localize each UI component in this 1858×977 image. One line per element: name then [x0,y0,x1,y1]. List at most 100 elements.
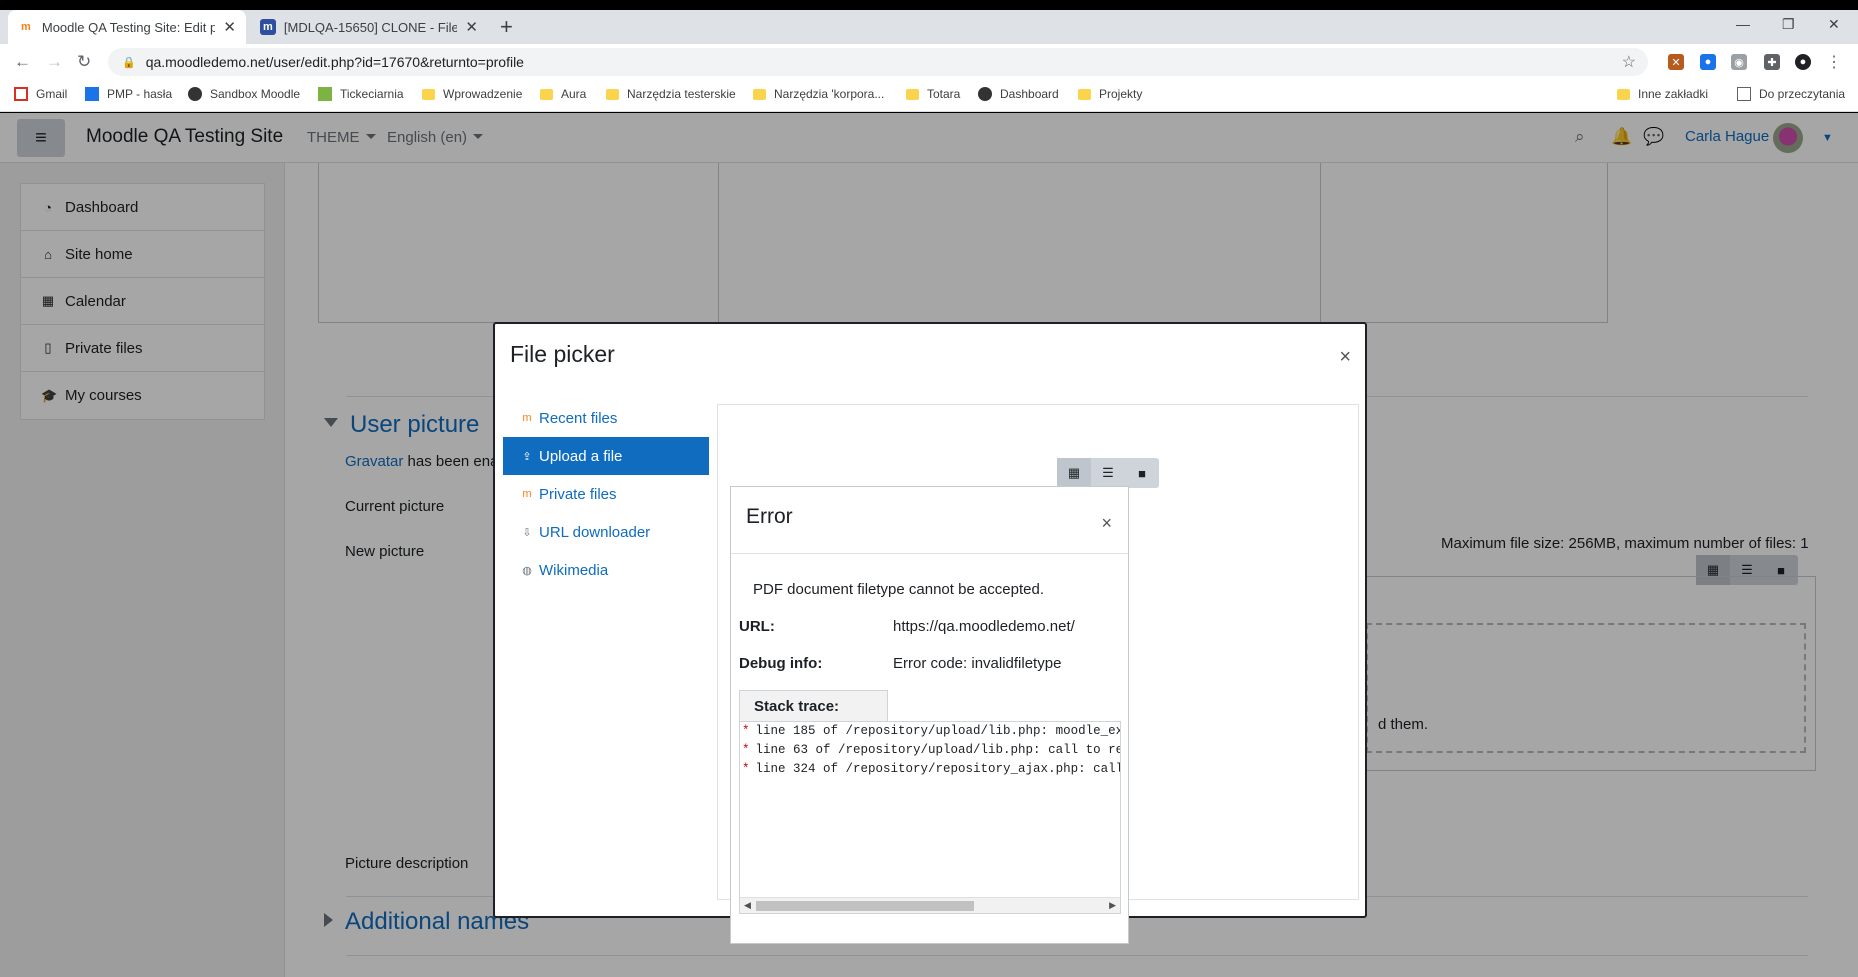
bookmark-other[interactable]: Inne zakładki [1617,87,1708,101]
scroll-right-icon[interactable]: ▶ [1109,900,1116,911]
browser-tab-tracker[interactable]: m [MDLQA-15650] CLONE - File picker ✕ [250,10,488,44]
url-label: URL: [739,618,775,635]
browser-tab-moodle[interactable]: m Moodle QA Testing Site: Edit profile ✕ [8,10,246,44]
bookmark-label: PMP - hasła [107,87,173,101]
bullet-star: * [742,724,750,738]
close-icon[interactable]: × [1339,346,1351,369]
scroll-left-icon[interactable]: ◀ [744,900,751,911]
moodle-icon: m [522,412,532,424]
reload-icon[interactable]: ↻ [77,52,91,72]
bookmark-dashboard[interactable]: Dashboard [978,87,1059,101]
scrollbar-thumb[interactable] [756,901,974,911]
bookmark-projekty[interactable]: Projekty [1078,87,1142,101]
folder-icon [1617,88,1630,100]
restore-icon[interactable]: ❐ [1782,16,1795,33]
dialog-divider [731,553,1128,554]
moodle-page: ≡ Moodle QA Testing Site THEME English (… [0,113,1858,977]
file-picker-view-toolbar: ▦ ☰ ■ [1057,458,1159,488]
error-message: PDF document filetype cannot be accepted… [753,581,1045,598]
extension-icon[interactable]: ✕ [1668,54,1684,70]
extensions-puzzle-icon[interactable]: ✚ [1764,54,1780,70]
address-bar[interactable]: 🔒 qa.moodledemo.net/user/edit.php?id=176… [108,48,1648,76]
bookmark-label: Tickeciarnia [340,87,404,101]
repo-label: Recent files [539,409,618,427]
repo-upload-a-file[interactable]: ⇪ Upload a file [503,437,709,475]
pmp-icon [85,87,99,101]
error-title: Error [746,505,793,528]
gmail-icon [14,87,28,101]
bullet-star: * [742,743,750,757]
tickeciarnia-icon [318,87,332,101]
stack-line-text: line 185 of /repository/upload/lib.php: … [755,724,1120,738]
upload-icon: ⇪ [522,450,532,463]
bookmark-star-icon[interactable]: ☆ [1622,52,1636,72]
error-url-link[interactable]: https://qa.moodledemo.net/ [893,618,1075,635]
bookmark-narzedzia[interactable]: Narzędzia testerskie [606,87,736,101]
extension-icon[interactable]: ● [1700,54,1716,70]
profile-icon[interactable]: ● [1795,54,1811,70]
repo-label: URL downloader [539,523,651,541]
repo-label: Wikimedia [539,561,609,579]
bookmark-label: Narzędzia 'korpora... [774,87,885,101]
bookmark-wprowadzenie[interactable]: Wprowadzenie [422,87,522,101]
globe-icon: ◍ [522,564,532,577]
list-view-icon[interactable]: ☰ [1091,458,1125,488]
lock-icon: 🔒 [122,56,136,69]
tab-title: Moodle QA Testing Site: Edit profile [41,19,216,35]
repo-recent-files[interactable]: m Recent files [503,399,709,437]
repo-wikimedia[interactable]: ◍ Wikimedia [503,551,709,589]
bookmark-sandbox[interactable]: Sandbox Moodle [188,87,300,101]
repository-list: m Recent files ⇪ Upload a file m Private fi… [503,399,709,589]
grid-view-icon[interactable]: ▦ [1057,458,1091,488]
back-icon[interactable]: ← [14,52,31,72]
bookmark-totara[interactable]: Totara [906,87,960,101]
repo-label: Private files [539,485,617,503]
forward-icon[interactable]: → [46,52,63,72]
folder-view-icon[interactable]: ■ [1125,458,1159,488]
bookmark-reading-list[interactable]: Do przeczytania [1737,87,1845,101]
debug-info-label: Debug info: [739,655,823,672]
bookmark-label: Aura [561,87,587,101]
bookmark-label: Totara [927,87,961,101]
folder-icon [422,88,435,100]
file-picker-title: File picker [510,341,615,367]
bookmark-aura[interactable]: Aura [540,87,586,101]
repo-url-downloader[interactable]: ⇩ URL downloader [503,513,709,551]
window-close-icon[interactable]: ✕ [1828,16,1840,33]
moodle-icon: m [21,21,31,33]
close-icon[interactable]: × [1101,513,1112,534]
stack-line: * line 185 of /repository/upload/lib.php:… [740,722,1120,741]
stack-line-text: line 63 of /repository/upload/lib.php: c… [755,743,1120,757]
bookmark-label: Inne zakładki [1638,87,1709,101]
new-tab-icon[interactable]: + [500,14,513,40]
url-text: qa.moodledemo.net/user/edit.php?id=17670… [145,54,524,70]
close-icon[interactable]: ✕ [223,18,236,36]
error-dialog: Error × PDF document filetype cannot be … [730,486,1129,944]
tab-title: [MDLQA-15650] CLONE - File picker [283,19,458,35]
bookmark-label: Projekty [1099,87,1143,101]
download-icon: ⇩ [522,526,532,539]
stack-line: * line 324 of /repository/repository_ajax… [740,760,1120,779]
bookmark-label: Narzędzia testerskie [627,87,736,101]
bookmarks-bar: Gmail PMP - hasła Sandbox Moodle Tickeci… [0,80,1858,112]
repo-private-files[interactable]: m Private files [503,475,709,513]
minimize-icon[interactable]: — [1736,16,1750,32]
close-icon[interactable]: ✕ [465,18,478,36]
horizontal-scrollbar[interactable]: ◀ ▶ [740,897,1120,913]
bookmark-label: Sandbox Moodle [210,87,301,101]
menu-dots-icon[interactable]: ⋮ [1826,54,1842,71]
folder-icon [906,88,919,100]
stack-line: * line 63 of /repository/upload/lib.php: … [740,741,1120,760]
folder-icon [606,88,619,100]
folder-icon [1078,88,1091,100]
bookmark-gmail[interactable]: Gmail [14,87,67,101]
folder-icon [540,88,553,100]
bookmark-label: Do przeczytania [1759,87,1846,101]
camera-icon[interactable]: ◉ [1731,54,1747,70]
bookmark-korpora[interactable]: Narzędzia 'korpora... [753,87,884,101]
moodle-icon [188,87,202,101]
bookmark-pmp[interactable]: PMP - hasła [85,87,172,101]
bookmark-tickeciarnia[interactable]: Tickeciarnia [318,87,404,101]
stack-trace-box[interactable]: * line 185 of /repository/upload/lib.php:… [739,721,1121,914]
bookmark-label: Dashboard [1000,87,1059,101]
